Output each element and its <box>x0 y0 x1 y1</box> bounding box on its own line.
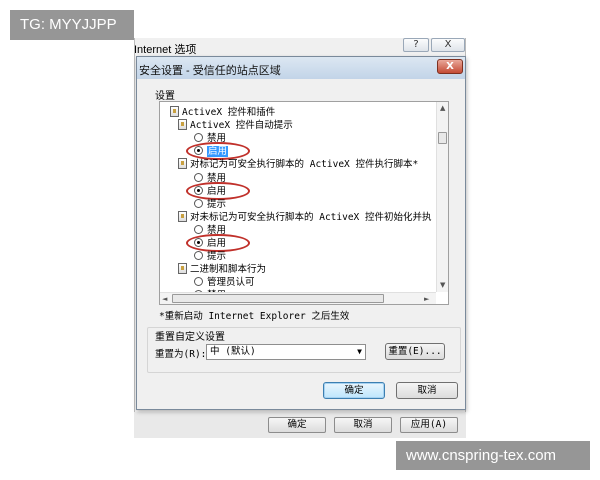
radio-unchecked-icon[interactable] <box>194 251 203 261</box>
parent-close-button[interactable]: X <box>431 38 465 52</box>
tree-item-label: ActiveX 控件自动提示 <box>190 120 293 132</box>
scroll-right-arrow-icon[interactable]: ► <box>424 294 429 304</box>
settings-tree[interactable]: ActiveX 控件和插件 ActiveX 控件自动提示 禁用 启用 对标记为可安全执行… <box>159 101 449 305</box>
reset-level-value: 中 (默认) <box>210 346 256 357</box>
radio-unchecked-icon[interactable] <box>194 133 203 143</box>
radio-unchecked-icon[interactable] <box>194 198 203 208</box>
tree-group-item: 对未标记为可安全执行脚本的 ActiveX 控件初始化并执 <box>178 210 432 224</box>
tree-item-label: 对标记为可安全执行脚本的 ActiveX 控件执行脚本* <box>190 159 419 171</box>
watermark-top-left: TG: MYYJJPP <box>10 10 134 40</box>
parent-cancel-button[interactable]: 取消 <box>334 417 392 433</box>
reset-level-select[interactable]: 中 (默认) ▼ <box>206 344 366 360</box>
settings-tree-content: ActiveX 控件和插件 ActiveX 控件自动提示 禁用 启用 对标记为可安全执行… <box>160 102 436 292</box>
dialog-titlebar: 安全设置 - 受信任的站点区域 X <box>137 57 465 79</box>
setting-page-icon <box>178 210 187 222</box>
setting-page-icon <box>170 106 179 117</box>
tree-group-item: ActiveX 控件自动提示 <box>178 119 293 132</box>
parent-apply-button[interactable]: 应用(A) <box>400 417 458 433</box>
tree-radio-option[interactable]: 提示 <box>194 198 226 211</box>
parent-ok-button[interactable]: 确定 <box>268 417 326 433</box>
radio-unchecked-icon[interactable] <box>194 224 203 234</box>
scroll-left-arrow-icon[interactable]: ◄ <box>162 294 167 304</box>
restart-note: *重新启动 Internet Explorer 之后生效 <box>159 311 350 322</box>
vertical-scrollbar[interactable]: ▲ ▼ <box>436 102 448 292</box>
tree-item-label: 提示 <box>207 198 227 210</box>
scroll-up-arrow-icon[interactable]: ▲ <box>440 103 445 113</box>
horizontal-scroll-thumb[interactable] <box>172 294 384 303</box>
radio-unchecked-icon[interactable] <box>194 277 203 287</box>
setting-page-icon <box>178 263 187 275</box>
chevron-down-icon[interactable]: ▼ <box>357 345 362 359</box>
tree-group-item: 二进制和脚本行为 <box>178 263 266 276</box>
radio-unchecked-icon[interactable] <box>194 172 203 182</box>
tree-radio-option[interactable]: 提示 <box>194 250 226 263</box>
vertical-scroll-thumb[interactable] <box>438 132 447 144</box>
horizontal-scrollbar[interactable]: ◄ ► <box>160 292 436 304</box>
setting-page-icon <box>178 158 187 170</box>
tree-radio-option[interactable]: 管理员认可 <box>194 276 255 289</box>
tree-group-item: ActiveX 控件和插件 <box>170 106 275 119</box>
internet-options-title: Internet 选项 <box>134 44 197 56</box>
tree-item-label: 管理员认可 <box>207 277 255 289</box>
tree-item-label: 对未标记为可安全执行脚本的 ActiveX 控件初始化并执 <box>190 211 432 223</box>
reset-to-label: 重置为(R): <box>155 349 207 360</box>
scroll-down-arrow-icon[interactable]: ▼ <box>440 280 445 290</box>
reset-button[interactable]: 重置(E)... <box>385 343 445 360</box>
setting-page-icon <box>178 119 187 131</box>
tree-item-label: ActiveX 控件和插件 <box>182 107 276 118</box>
settings-label: 设置 <box>155 91 175 102</box>
cancel-button[interactable]: 取消 <box>396 382 458 399</box>
tree-item-label: 提示 <box>207 251 227 263</box>
tree-group-item: 对标记为可安全执行脚本的 ActiveX 控件执行脚本* <box>178 158 418 171</box>
security-settings-dialog: 安全设置 - 受信任的站点区域 X 设置 ActiveX 控件和插件 Active… <box>136 56 466 410</box>
close-button[interactable]: X <box>437 59 463 74</box>
tree-item-label: 二进制和脚本行为 <box>190 264 267 276</box>
custom-settings-title: 重置自定义设置 <box>155 332 225 343</box>
watermark-bottom-right: www.cnspring-tex.com <box>396 441 590 470</box>
ok-button[interactable]: 确定 <box>323 382 385 399</box>
help-button[interactable]: ? <box>403 38 429 52</box>
dialog-title: 安全设置 - 受信任的站点区域 <box>139 65 281 77</box>
